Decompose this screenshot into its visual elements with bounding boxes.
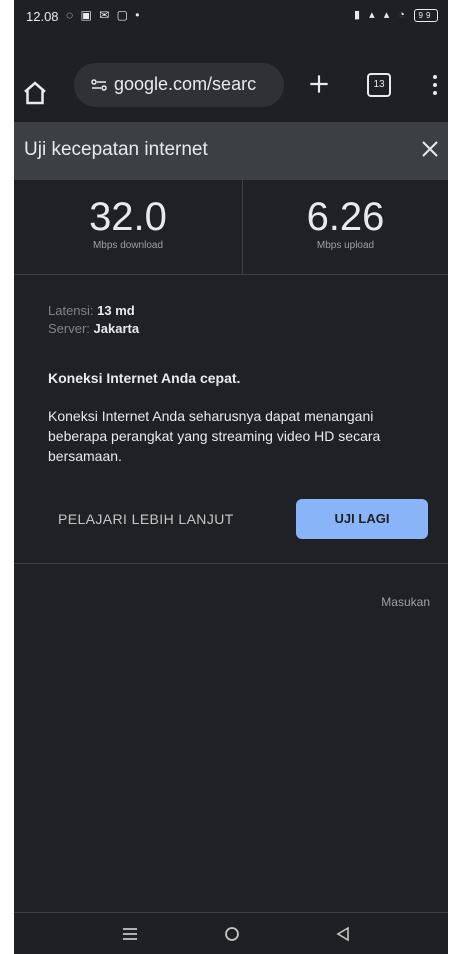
download-value: 32.0	[89, 195, 167, 239]
server-value: Jakarta	[93, 321, 140, 336]
test-details: Latensi: 13 md Server: Jakarta	[48, 302, 432, 338]
back-icon[interactable]	[334, 925, 352, 943]
latency-value: 13 md	[97, 303, 135, 318]
status-bar: 12.08 ◌ ▣ ✉ ▢ • ▮ ▴ ▴ ◔ 99	[14, 0, 448, 34]
whatsapp-icon: ◌	[66, 8, 76, 22]
feedback-link[interactable]: Masukan	[381, 595, 430, 609]
battery-icon: 99	[414, 8, 438, 22]
speedtest-title: Uji kecepatan internet	[24, 139, 208, 160]
server-line: Server: Jakarta	[48, 320, 432, 338]
plus-icon[interactable]	[306, 71, 332, 97]
divider	[14, 563, 448, 564]
recent-apps-icon[interactable]	[121, 925, 139, 943]
signal-icon: ▴	[383, 9, 393, 21]
url-text: google.com/searc	[114, 74, 257, 94]
dot-icon: •	[135, 8, 142, 22]
upload-label: Mbps upload	[316, 240, 375, 251]
close-icon[interactable]	[420, 139, 440, 159]
site-settings-icon[interactable]	[90, 76, 108, 94]
server-key: Server:	[48, 321, 90, 336]
menu-icon[interactable]	[432, 74, 438, 96]
upload-value: 6.26	[306, 195, 385, 239]
download-label: Mbps download	[92, 240, 164, 251]
retry-button[interactable]: UJI LAGI	[296, 499, 428, 539]
home-circle-icon[interactable]	[223, 925, 241, 943]
latency-key: Latensi:	[48, 303, 94, 318]
system-icons: ▮ ▴ ▴ ◔ 99	[354, 8, 438, 22]
mail-icon: ✉	[99, 8, 112, 22]
description-text: Koneksi Internet Anda seharusnya dapat m…	[48, 408, 381, 464]
wifi-icon: ◔	[398, 9, 408, 21]
image-icon: ▢	[116, 8, 130, 22]
download-stat: 32.0 Mbps download	[14, 196, 242, 251]
signal-icon: ▴	[369, 9, 378, 21]
browser-toolbar: google.com/searc 13	[14, 34, 448, 122]
speed-results: 32.0 Mbps download 6.26 Mbps upload	[14, 180, 448, 275]
speedtest-header: Uji kecepatan internet	[14, 122, 448, 180]
phone-screen: 12.08 ◌ ▣ ✉ ▢ • ▮ ▴ ▴ ◔ 99 google.com/se…	[14, 0, 448, 954]
verdict-text: Koneksi Internet Anda cepat.	[48, 370, 241, 386]
home-icon[interactable]	[20, 78, 50, 108]
learn-more-link[interactable]: PELAJARI LEBIH LANJUT	[58, 511, 234, 527]
upload-stat: 6.26 Mbps upload	[243, 196, 448, 251]
vibrate-icon: ▮	[353, 9, 364, 21]
notification-icons: ◌ ▣ ✉ ▢ •	[66, 8, 141, 22]
status-time: 12.08	[26, 9, 59, 24]
tabs-icon[interactable]: 13	[367, 73, 391, 97]
address-bar[interactable]: google.com/searc	[74, 63, 284, 107]
system-nav-bar	[14, 912, 448, 954]
lock-icon: ▣	[80, 8, 94, 22]
latency-line: Latensi: 13 md	[48, 302, 432, 320]
